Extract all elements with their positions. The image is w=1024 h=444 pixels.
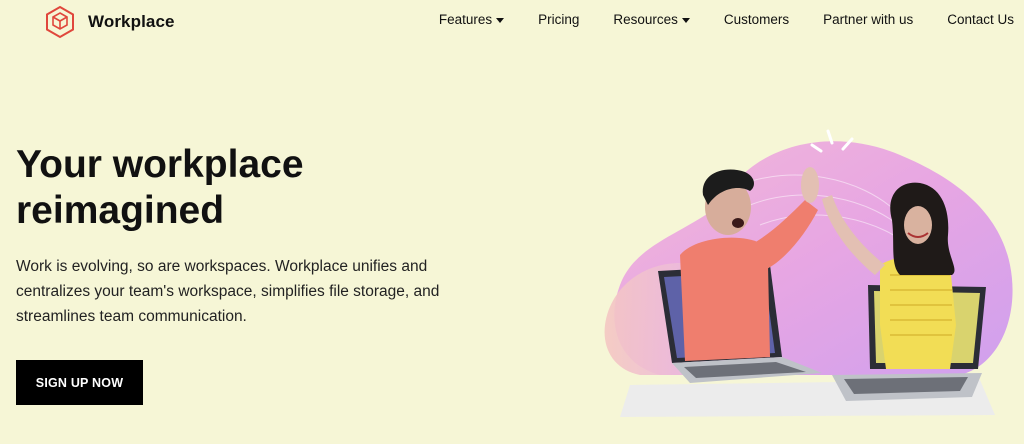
hero-title-line2: reimagined [16,189,225,232]
brand-logo-link[interactable]: Workplace [42,4,175,40]
nav-item-pricing[interactable]: Pricing [538,12,579,27]
nav-item-resources[interactable]: Resources [613,12,690,27]
chevron-down-icon [496,18,505,23]
nav-item-label: Pricing [538,12,580,27]
hero-subtitle: Work is evolving, so are workspaces. Wor… [16,258,440,325]
sign-up-button[interactable]: SIGN UP NOW [16,360,143,405]
nav-item-label: Contact Us [947,12,1014,27]
nav-item-contact[interactable]: Contact Us [947,12,1014,27]
hero-title-line1: Your workplace [16,143,304,186]
nav-item-partner[interactable]: Partner with us [823,12,913,27]
hero-title: Your workplace reimagined [16,142,416,234]
cube-logo-icon [46,5,74,39]
hero-illustration-high-five [604,129,1013,417]
nav-item-customers[interactable]: Customers [724,12,789,27]
chevron-down-icon [681,18,690,23]
brand-name: Workplace [88,12,175,31]
nav-item-label: Features [438,12,493,27]
nav-item-label: Partner with us [823,12,914,27]
main-nav: Features Pricing Resources Customers Par… [439,12,1014,27]
nav-item-label: Customers [723,12,790,27]
nav-item-label: Resources [613,12,678,27]
nav-item-features[interactable]: Features [438,12,505,27]
top-navigation-bar: Workplace Features Pricing Resources Cus… [0,0,1024,46]
